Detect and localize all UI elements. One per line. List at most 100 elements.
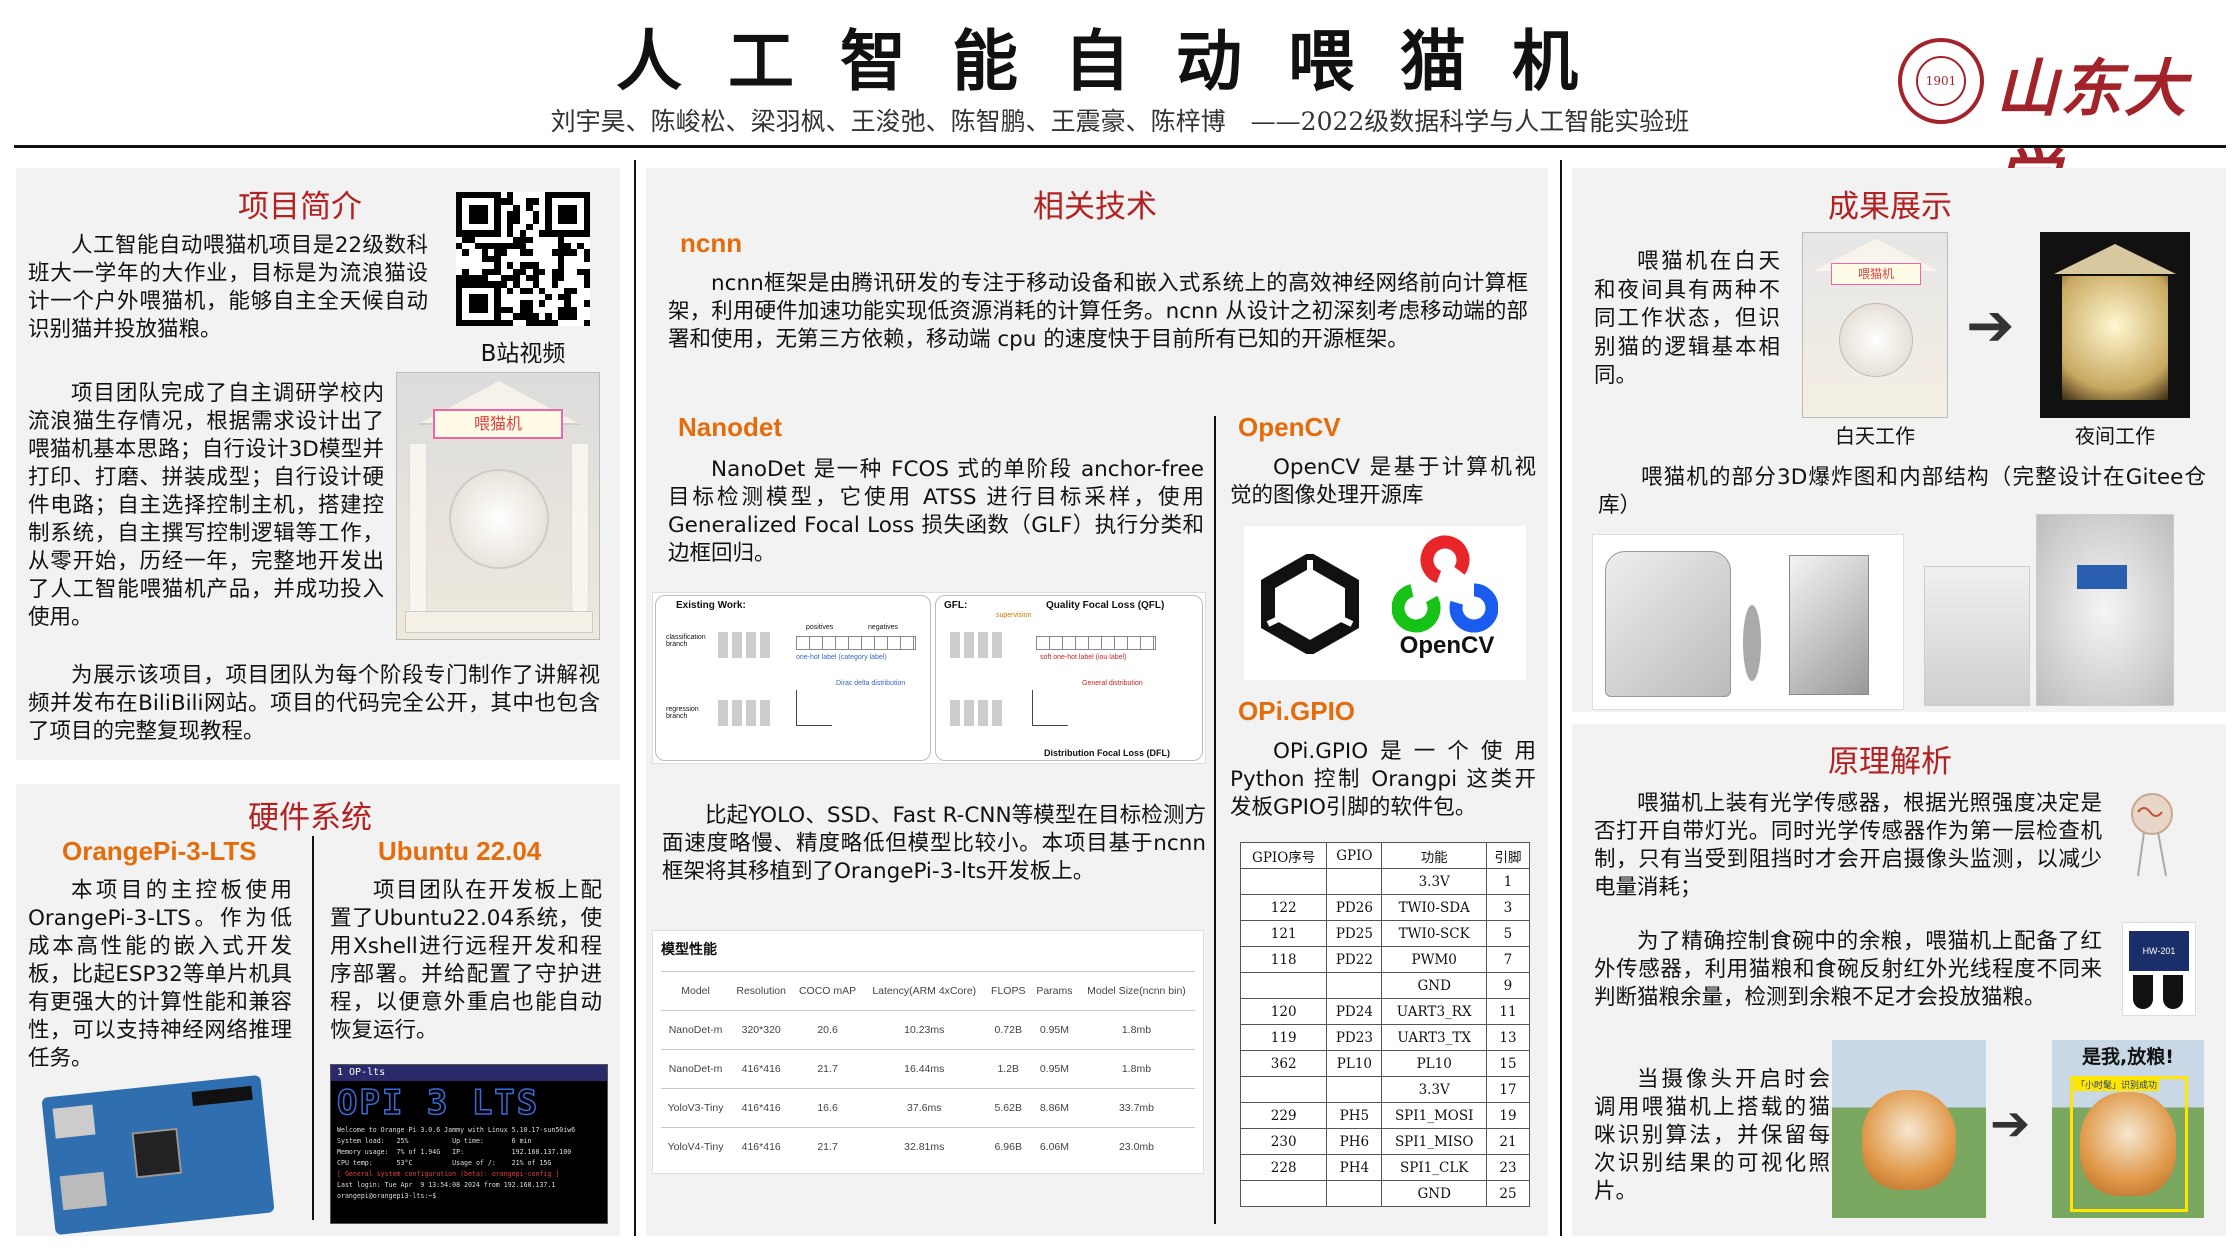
column-divider-left <box>634 160 636 1236</box>
table-cell <box>1239 972 1328 999</box>
ncnn-subtitle: ncnn <box>680 228 743 258</box>
diagram-dfl: Distribution Focal Loss (DFL) <box>1044 748 1170 758</box>
table-cell: 20.6 <box>792 1010 863 1050</box>
ubuntu-subtitle: Ubuntu 22.04 <box>378 836 542 866</box>
table-cell: 3.3V <box>1381 1076 1487 1103</box>
board-ethernet-port <box>59 1171 108 1211</box>
compare-text: 比起YOLO、SSD、Fast R-CNN等模型在目标检测方面速度略慢、精度略低… <box>662 803 1206 884</box>
qr-module <box>583 319 590 326</box>
gpio-row: 229 PH5 SPI1_MOSI 19 <box>1239 1102 1531 1129</box>
table-cell: 0.95M <box>1030 1010 1078 1050</box>
ir-emitter <box>2133 975 2153 1009</box>
table-cell: 118 <box>1239 946 1328 973</box>
model-table-box: 模型性能 Model Resolution COCO mAP Latency(ARM … <box>652 930 1204 1174</box>
internal-photo-2 <box>2036 514 2174 706</box>
table-cell: 416*416 <box>730 1049 793 1089</box>
night-feeder-glow <box>2062 276 2168 400</box>
table-cell: PL10 <box>1381 1050 1487 1077</box>
table-cell: PWM0 <box>1381 946 1487 973</box>
table-header-cell: Params <box>1030 971 1078 1011</box>
diagram-existing-title: Existing Work: <box>676 600 746 611</box>
table-header-cell: 引脚 <box>1485 842 1531 869</box>
qr-code-icon[interactable] <box>456 192 590 326</box>
feeder-pillar-left <box>409 443 427 623</box>
table-cell: PH4 <box>1326 1154 1383 1181</box>
gfl-diagram: Existing Work: classification branch reg… <box>652 592 1206 764</box>
table-cell: 3 <box>1485 894 1531 921</box>
table-cell: 6.96B <box>985 1127 1031 1167</box>
table-header-cell: Model Size(ncnn bin) <box>1077 971 1195 1011</box>
feeder-sign: 喂猫机 <box>433 409 563 439</box>
table-header-cell: GPIO序号 <box>1239 842 1328 869</box>
principle-paragraph-2: 为了精确控制食碗中的余粮，喂猫机上配备了红外传感器，利用猫粮和食碗反射红外光线程… <box>1594 929 2102 1010</box>
hardware-title: 硬件系统 <box>248 800 372 836</box>
terminal-window[interactable]: 1 OP-lts OPI 3 LTS Welcome to Orange Pi … <box>330 1064 608 1224</box>
board-gpio-header <box>191 1085 253 1107</box>
ncnn-text: ncnn框架是由腾讯研发的专注于移动设备和嵌入式系统上的高效神经网络前向计算框架… <box>668 271 1528 352</box>
feeder-bowl <box>449 469 549 569</box>
table-header-cell: COCO mAP <box>792 971 863 1011</box>
detect-bbox <box>2070 1076 2188 1212</box>
table-cell: 21 <box>1485 1128 1531 1155</box>
table-cell: 7 <box>1485 946 1531 973</box>
diagram-cls-label: classification branch <box>666 634 706 648</box>
terminal-line: [ General system configuration (beta): o… <box>337 1170 560 1178</box>
table-header-cell: Resolution <box>730 971 793 1011</box>
tech-title: 相关技术 <box>1033 189 1157 225</box>
terminal-line: Last login: Tue Apr 9 13:54:08 2024 from… <box>337 1181 556 1189</box>
table-cell: TWI0-SDA <box>1381 894 1487 921</box>
tech-inner-divider <box>1214 416 1216 1224</box>
terminal-tab[interactable]: 1 OP-lts <box>331 1065 607 1081</box>
table-cell: 121 <box>1239 920 1328 947</box>
table-cell: PH6 <box>1326 1128 1383 1155</box>
table-cell: SPI1_MOSI <box>1381 1102 1487 1129</box>
intro-paragraph-3: 为展示该项目，项目团队为每个阶段专门制作了讲解视频并发布在BiliBili网站。… <box>28 663 600 744</box>
table-cell <box>1326 1180 1383 1207</box>
table-cell: PD23 <box>1326 1024 1383 1051</box>
day-to-night-arrow-icon: ➔ <box>1966 291 2015 359</box>
table-cell: 0.72B <box>985 1010 1031 1050</box>
table-cell: 13 <box>1485 1024 1531 1051</box>
table-cell: GND <box>1381 972 1487 999</box>
table-cell: 17 <box>1485 1076 1531 1103</box>
orangepi-board-photo <box>41 1074 275 1236</box>
nanodet-text: NanoDet 是一种 FCOS 式的单阶段 anchor-free 目标检测模… <box>668 457 1204 566</box>
table-cell: YoloV4-Tiny <box>661 1127 731 1167</box>
feeder-base <box>405 611 593 633</box>
logos-box: OpenCV <box>1244 526 1526 680</box>
table-cell: PL10 <box>1326 1050 1383 1077</box>
diagram-general: General distribution <box>1082 680 1143 687</box>
day-feeder-sign: 喂猫机 <box>1831 263 1921 285</box>
table-header-cell: GPIO <box>1326 842 1383 869</box>
gpio-row: 118 PD22 PWM0 7 <box>1239 946 1531 973</box>
table-row: NanoDet-m 320*320 20.6 10.23ms 0.72B 0.95M 1.8… <box>661 1010 1195 1050</box>
principle-paragraph-1: 喂猫机上装有光学传感器，根据光照强度决定是否打开自带灯光。同时光学传感器作为第一… <box>1594 791 2102 900</box>
terminal-line: CPU temp: 53°C Usage of /: 21% of 15G <box>337 1159 552 1167</box>
diagram-gfl-box: GFL: Quality Focal Loss (QFL) supervisio… <box>935 595 1203 761</box>
exploded-view-image <box>1592 534 1904 710</box>
table-row: YoloV4-Tiny 416*416 21.7 32.81ms 6.96B 6.06M 2… <box>661 1127 1195 1167</box>
gpio-text: OPi.GPIO是一个使用Python 控制 Orangpi 这类开发板GPIO… <box>1230 739 1536 820</box>
table-cell: 11 <box>1485 998 1531 1025</box>
exploded-hopper <box>1789 555 1869 695</box>
gpio-row: GND 25 <box>1239 1180 1531 1207</box>
orangepi-text: 本项目的主控板使用OrangePi-3-LTS。作为低成本高性能的嵌入式开发板，… <box>28 878 292 1071</box>
gpio-row: GND 9 <box>1239 972 1531 999</box>
opencv-subtitle: OpenCV <box>1238 412 1341 442</box>
table-cell <box>1239 1180 1328 1207</box>
diagram-gfl-label-grid <box>1036 636 1156 650</box>
table-cell: 33.7mb <box>1077 1088 1195 1128</box>
seal-year: 1901 <box>1916 56 1966 106</box>
table-cell: 8.86M <box>1030 1088 1078 1128</box>
terminal-line: System load: 25% Up time: 6 min <box>337 1137 532 1145</box>
table-cell: 362 <box>1239 1050 1328 1077</box>
table-cell: 228 <box>1239 1154 1328 1181</box>
table-cell: 230 <box>1239 1128 1328 1155</box>
table-row: YoloV3-Tiny 416*416 16.6 37.6ms 5.62B 8.86M 33… <box>661 1088 1195 1128</box>
table-cell: 25 <box>1485 1180 1531 1207</box>
table-cell: 21.7 <box>792 1049 863 1089</box>
terminal-line: Memory usage: 7% of 1.94G IP: 192.168.13… <box>337 1148 572 1156</box>
principle-paragraph-3: 当摄像头开启时会调用喂猫机上搭载的猫咪识别算法，并保留每次识别结果的可视化照片。 <box>1594 1067 1830 1204</box>
exploded-housing <box>1605 551 1731 697</box>
terminal-output: Welcome to Orange Pi 3.0.6 Jammy with Li… <box>331 1125 607 1202</box>
